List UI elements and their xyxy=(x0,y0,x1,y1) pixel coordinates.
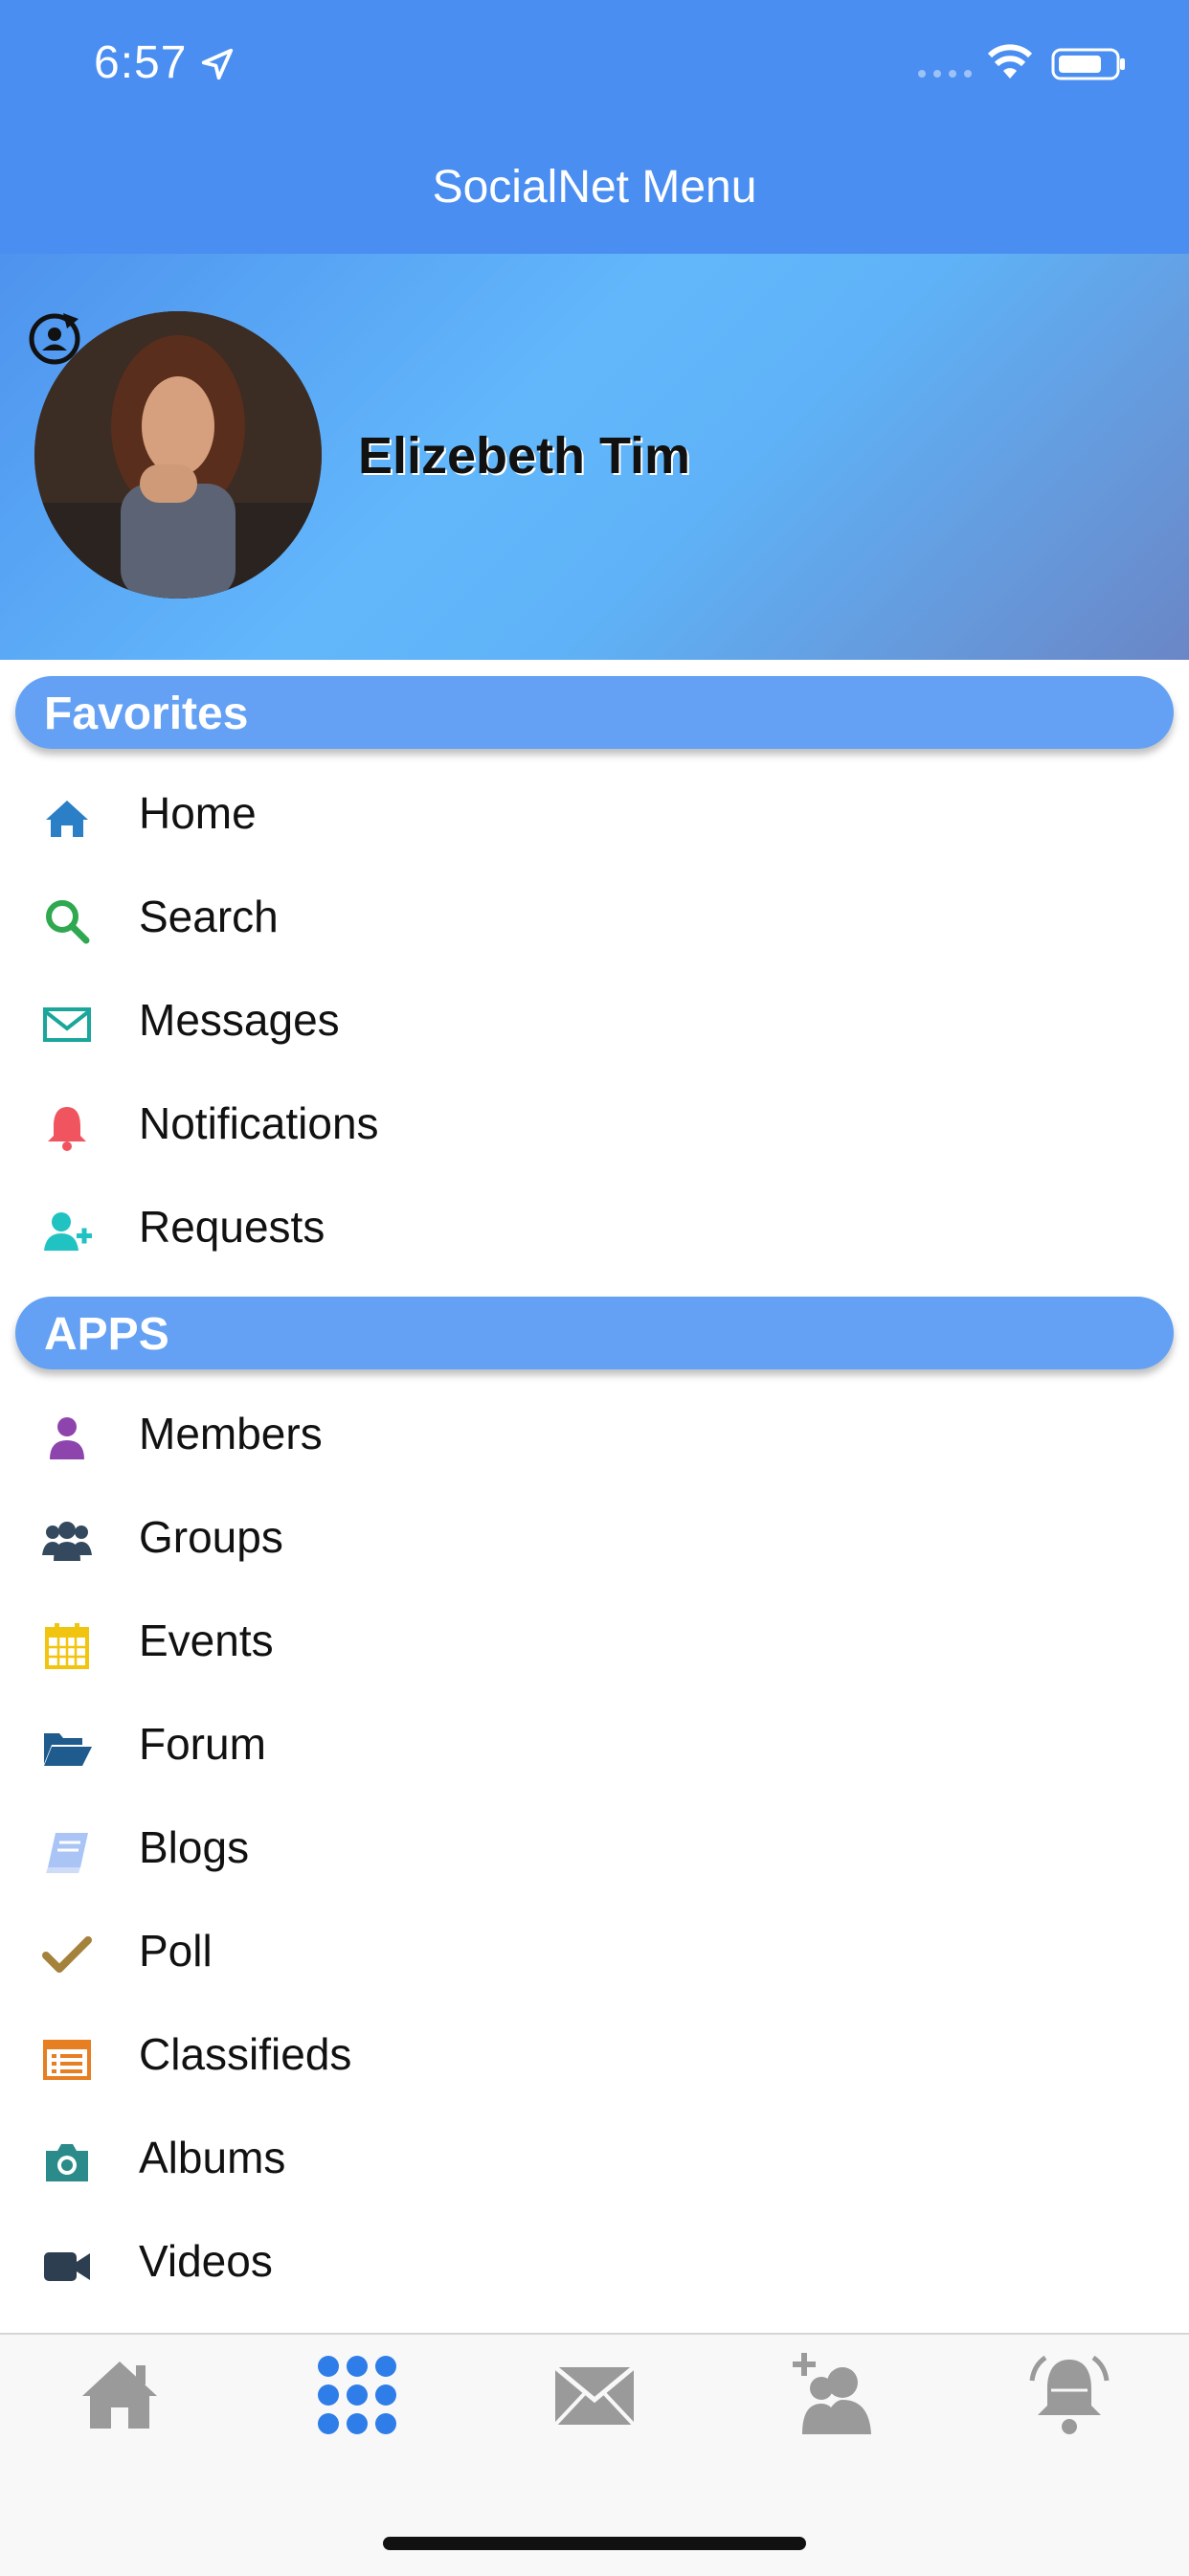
menu-item-home[interactable]: Home xyxy=(0,764,1189,868)
nav-title: SocialNet Menu xyxy=(432,162,757,213)
camera-icon xyxy=(46,2144,88,2181)
profile-header[interactable]: Elizebeth Tim xyxy=(0,254,1189,660)
menu-item-events[interactable]: Events xyxy=(0,1592,1189,1695)
menu-item-label: Forum xyxy=(139,1719,266,1769)
user-plus-icon xyxy=(44,1212,92,1251)
calendar-icon xyxy=(45,1623,89,1669)
menu-item-classifieds[interactable]: Classifieds xyxy=(0,2005,1189,2109)
bell-icon xyxy=(48,1107,86,1151)
battery-icon xyxy=(1051,48,1125,80)
menu-item-label: Groups xyxy=(139,1512,283,1562)
menu-item-videos[interactable]: Videos xyxy=(0,2212,1189,2316)
menu-item-messages[interactable]: Messages xyxy=(0,971,1189,1074)
menu-item-label: Blogs xyxy=(139,1822,250,1872)
menu-item-label: Requests xyxy=(139,1202,325,1252)
menu-item-members[interactable]: Members xyxy=(0,1385,1189,1488)
menu-item-label: Home xyxy=(139,788,257,838)
tab-notifications[interactable] xyxy=(1026,2352,1112,2438)
wifi-icon xyxy=(987,44,1033,79)
menu-item-label: Search xyxy=(139,892,279,941)
menu-item-label: Events xyxy=(139,1616,274,1665)
location-arrow-icon xyxy=(201,48,234,80)
menu-item-label: Notifications xyxy=(139,1098,379,1148)
cellular-signal-icon xyxy=(918,70,972,78)
menu-item-label: Members xyxy=(139,1409,323,1458)
menu-item-poll[interactable]: Poll xyxy=(0,1902,1189,2005)
menu-item-blogs[interactable]: Blogs xyxy=(0,1798,1189,1902)
user-icon xyxy=(50,1417,84,1459)
list-alt-icon xyxy=(43,2040,91,2080)
tab-messages[interactable] xyxy=(551,2352,638,2438)
search-icon xyxy=(46,900,90,944)
tab-home[interactable] xyxy=(77,2352,163,2438)
envelope-icon xyxy=(43,1007,91,1042)
book-icon xyxy=(46,1833,88,1873)
check-icon xyxy=(42,1936,92,1973)
apps-section-header: APPS xyxy=(15,1297,1174,1369)
video-camera-icon xyxy=(44,2252,90,2281)
menu-item-label: Messages xyxy=(139,995,340,1045)
tab-menu[interactable] xyxy=(314,2352,400,2438)
menu-item-notifications[interactable]: Notifications xyxy=(0,1074,1189,1178)
menu-item-groups[interactable]: Groups xyxy=(0,1488,1189,1592)
favorites-section-title: Favorites xyxy=(44,689,249,739)
menu-item-label: Classifieds xyxy=(139,2029,352,2079)
tab-requests[interactable] xyxy=(789,2352,875,2438)
top-bar: 6:57 SocialNet Menu xyxy=(0,0,1189,254)
menu-item-search[interactable]: Search xyxy=(0,868,1189,971)
menu-item-forum[interactable]: Forum xyxy=(0,1695,1189,1798)
menu-item-albums[interactable]: Albums xyxy=(0,2109,1189,2212)
menu-item-label: Videos xyxy=(139,2236,273,2286)
status-time: 6:57 xyxy=(94,37,188,88)
profile-name: Elizebeth Tim xyxy=(358,427,691,485)
menu-item-requests[interactable]: Requests xyxy=(0,1178,1189,1281)
home-icon xyxy=(46,801,88,837)
apps-section-title: APPS xyxy=(44,1309,169,1360)
menu-item-label: Poll xyxy=(139,1926,213,1976)
switch-account-icon[interactable] xyxy=(25,307,84,367)
menu-item-label: Albums xyxy=(139,2133,286,2182)
favorites-section-header: Favorites xyxy=(15,676,1174,749)
users-icon xyxy=(42,1522,92,1561)
home-indicator xyxy=(383,2537,806,2550)
folder-open-icon xyxy=(44,1733,92,1766)
